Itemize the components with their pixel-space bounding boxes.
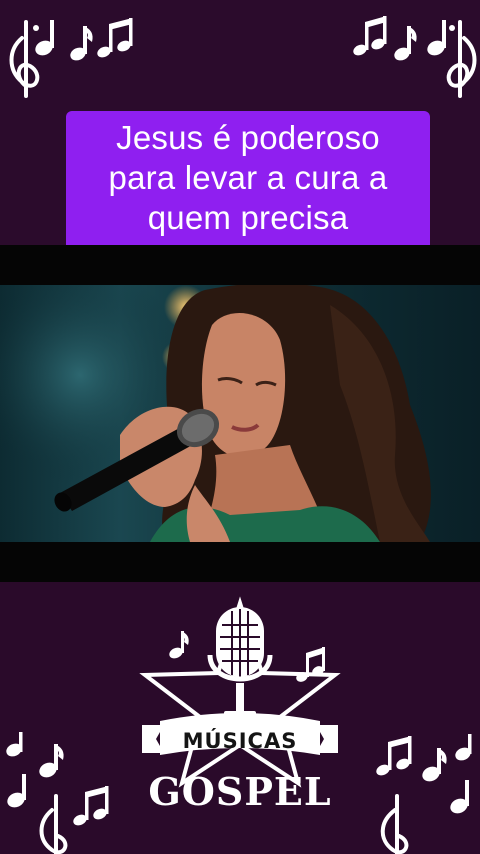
singer-image — [0, 285, 431, 542]
caption-text: Jesus é poderoso para levar a cura a que… — [66, 118, 430, 238]
music-notes-icon — [353, 16, 477, 98]
music-notes-decoration-top-right — [340, 8, 480, 103]
music-notes-icon — [9, 18, 133, 98]
caption-line: quem precisa — [147, 199, 349, 236]
music-notes-decoration-bottom-right — [365, 730, 480, 854]
letterbox-top — [0, 245, 480, 285]
letterbox-bottom — [0, 542, 480, 582]
caption-line: para levar a cura a — [108, 159, 388, 196]
music-notes-icon — [6, 732, 109, 854]
logo-text-gospel: GOSPEL — [148, 769, 332, 814]
music-notes-decoration-top-left — [0, 8, 140, 103]
musicas-gospel-logo: MÚSICAS GOSPEL — [130, 595, 350, 835]
caption-line: Jesus é poderoso — [116, 119, 380, 156]
music-notes-decoration-bottom-left — [0, 730, 115, 854]
music-notes-icon — [376, 734, 472, 854]
logo-text-musicas: MÚSICAS — [182, 729, 298, 753]
video-frame[interactable] — [0, 285, 480, 542]
